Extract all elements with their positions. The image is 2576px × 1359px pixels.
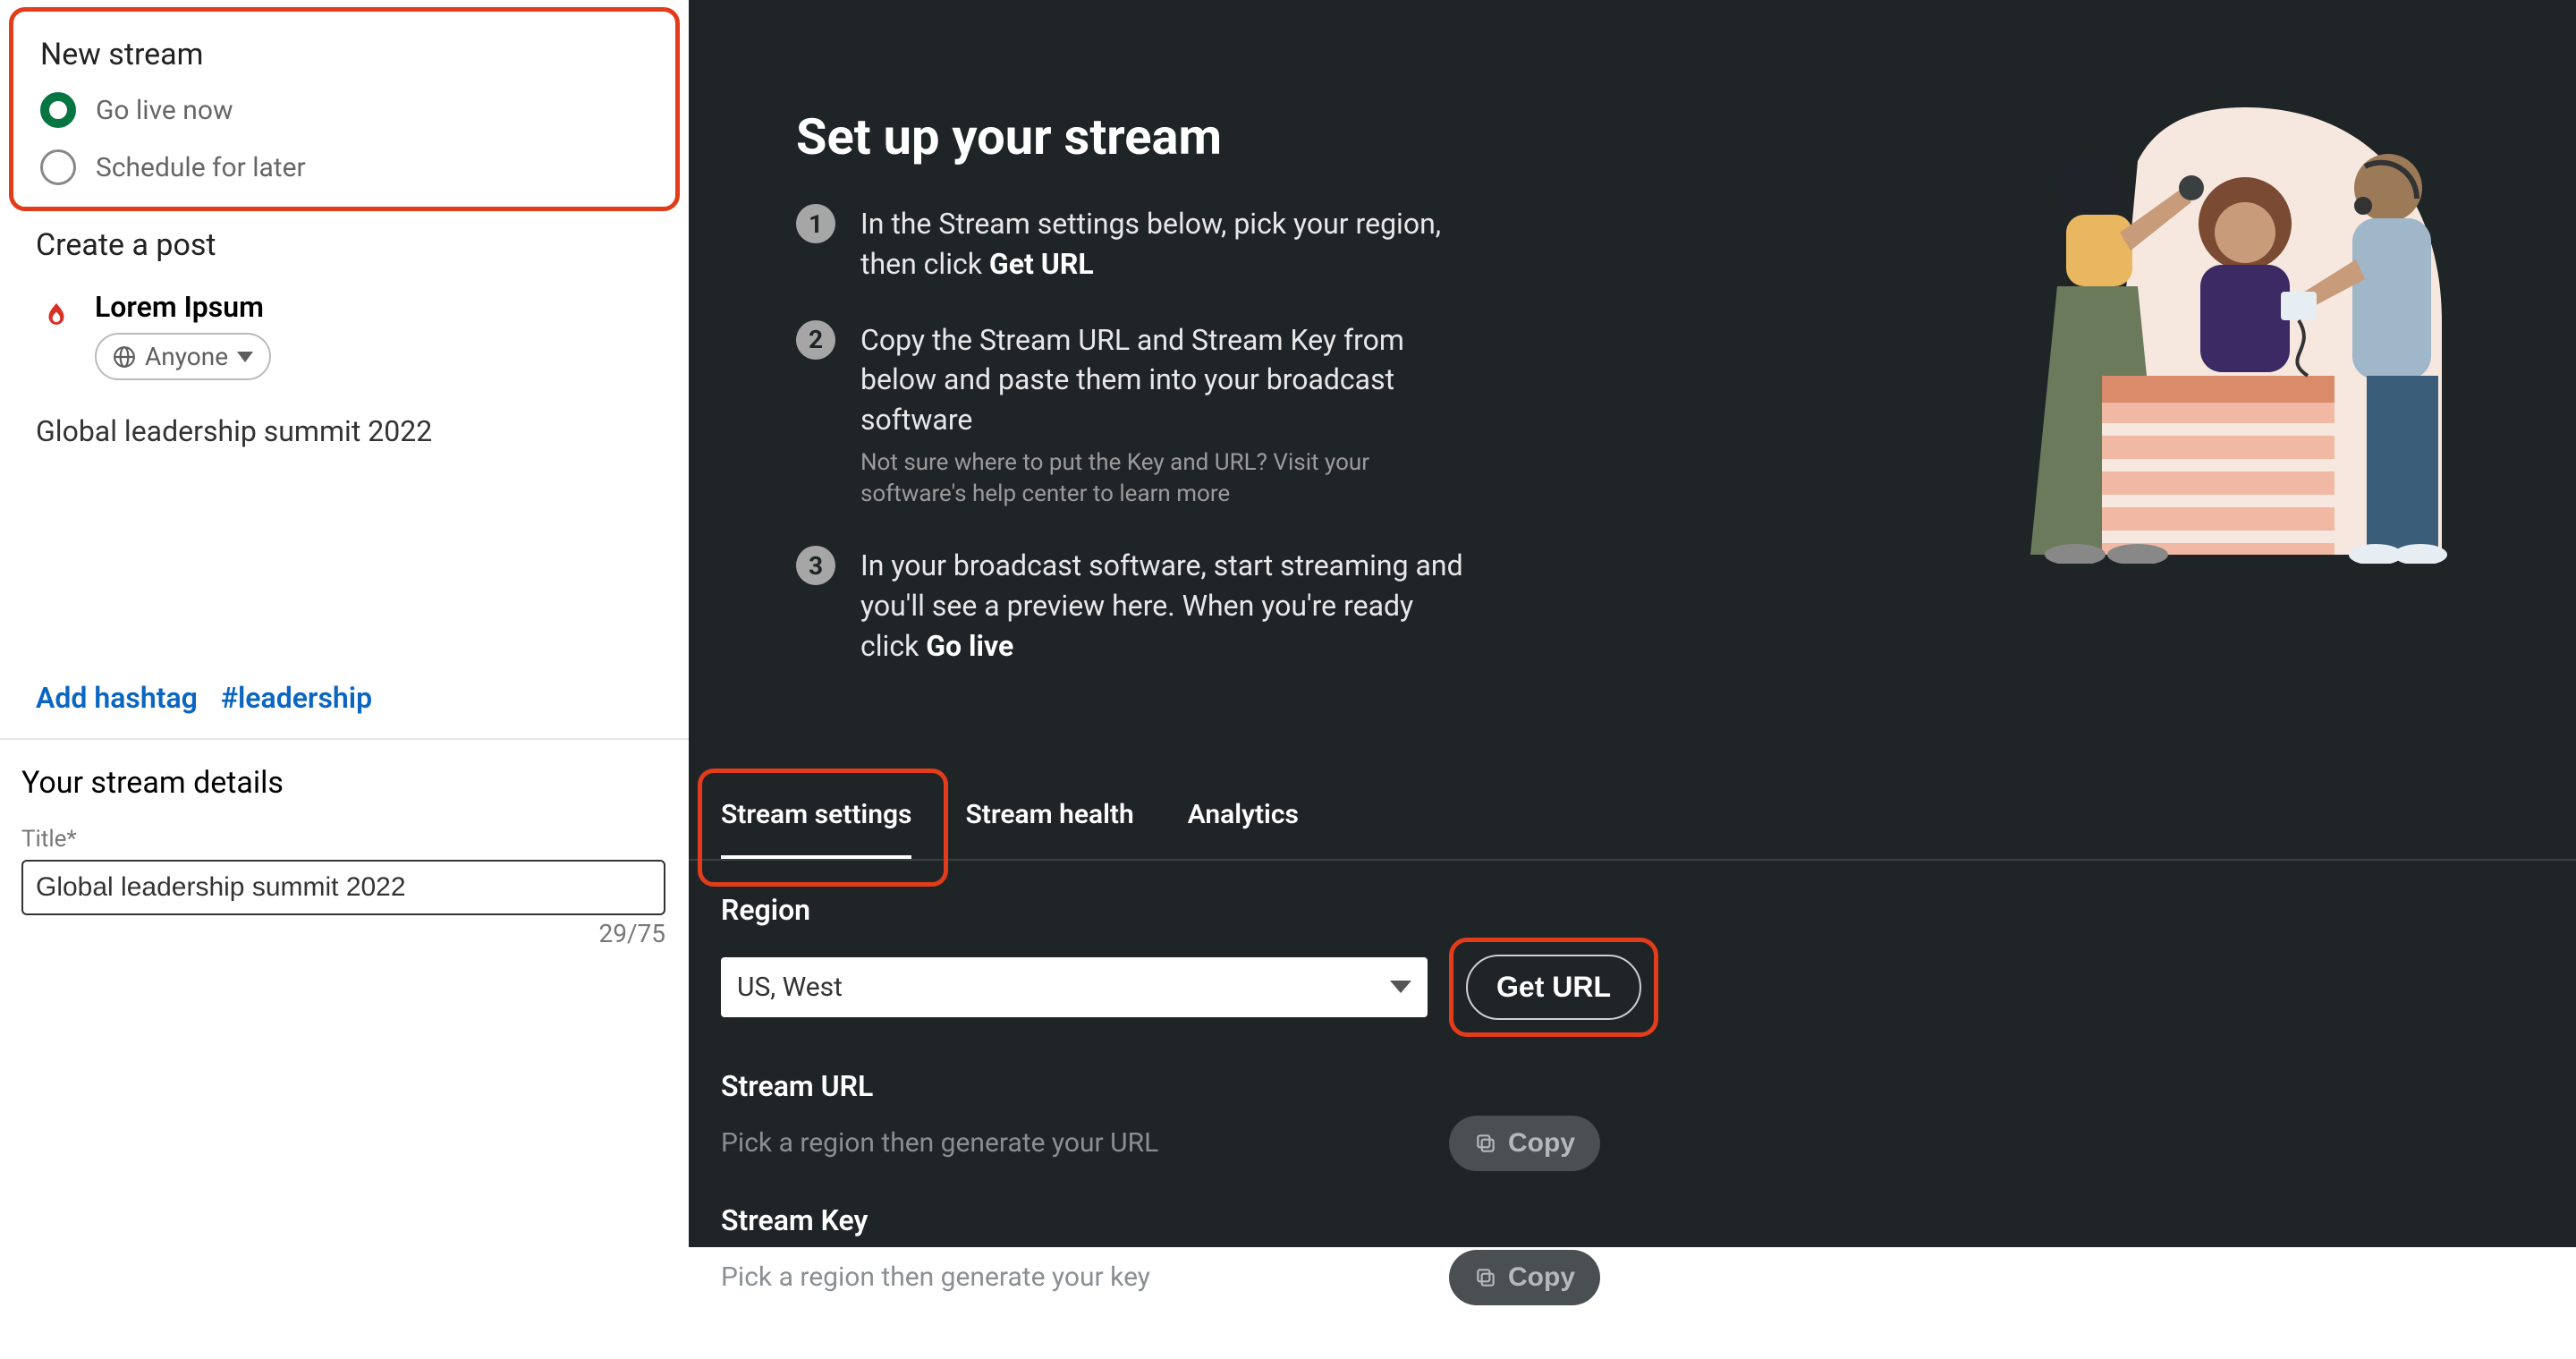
suggested-hashtag[interactable]: #leadership: [221, 681, 372, 715]
add-hashtag-button[interactable]: Add hashtag: [36, 681, 198, 715]
tab-analytics[interactable]: Analytics: [1188, 774, 1299, 859]
stream-settings-panel: Region US, West Get URL Stream URL Pick …: [689, 861, 2576, 1359]
sidebar: New stream Go live now Schedule for late…: [0, 0, 689, 1247]
hero: Set up your stream 1 In the Stream setti…: [689, 0, 2576, 774]
stream-details-section: Your stream details Title* 29/75: [0, 740, 689, 973]
copy-icon: [1474, 1266, 1497, 1289]
stream-url-block: Stream URL Pick a region then generate y…: [721, 1069, 2544, 1171]
step-number-badge: 3: [796, 546, 835, 585]
step-help-text: Not sure where to put the Key and URL? V…: [860, 447, 1469, 510]
stream-key-block: Stream Key Pick a region then generate y…: [721, 1203, 2544, 1305]
new-stream-panel: New stream Go live now Schedule for late…: [9, 7, 680, 211]
setup-step-1: 1 In the Stream settings below, pick you…: [796, 204, 1968, 285]
setup-step-3: 3 In your broadcast software, start stre…: [796, 546, 1968, 666]
step-text-bold: Get URL: [989, 247, 1094, 281]
highlight-box: Get URL: [1449, 938, 1658, 1037]
region-select[interactable]: US, West: [721, 957, 1428, 1017]
new-stream-title: New stream: [40, 37, 648, 72]
step-number-badge: 1: [796, 204, 835, 243]
audience-selector[interactable]: Anyone: [95, 333, 271, 380]
copy-icon: [1474, 1132, 1497, 1155]
copy-url-button[interactable]: Copy: [1449, 1116, 1600, 1171]
copy-label: Copy: [1508, 1262, 1575, 1293]
tab-stream-settings[interactable]: Stream settings: [721, 774, 911, 859]
title-field-label: Title*: [21, 826, 667, 853]
stream-key-placeholder: Pick a region then generate your key: [721, 1261, 1428, 1293]
title-char-count: 29/75: [21, 919, 665, 948]
step-text: In the Stream settings below, pick your …: [860, 204, 1469, 285]
title-input[interactable]: [21, 860, 665, 915]
copy-key-button[interactable]: Copy: [1449, 1250, 1600, 1305]
region-value: US, West: [737, 972, 843, 1003]
avatar: [36, 295, 77, 336]
audience-label: Anyone: [145, 342, 228, 371]
hero-title: Set up your stream: [796, 107, 1968, 166]
globe-icon: [113, 345, 136, 369]
step-text-a: Copy the Stream URL and Stream Key from …: [860, 323, 1404, 437]
radio-go-live-now[interactable]: Go live now: [40, 92, 648, 128]
chevron-down-icon: [1390, 981, 1411, 993]
setup-step-2: 2 Copy the Stream URL and Stream Key fro…: [796, 320, 1968, 511]
poster-name: Lorem Ipsum: [95, 290, 271, 324]
hashtag-row: Add hashtag #leadership: [0, 681, 689, 738]
stream-details-title: Your stream details: [21, 765, 667, 801]
region-label: Region: [721, 893, 2544, 927]
stream-url-placeholder: Pick a region then generate your URL: [721, 1127, 1428, 1159]
step-text: Copy the Stream URL and Stream Key from …: [860, 320, 1469, 511]
radio-unselected-icon: [40, 149, 76, 185]
get-url-button[interactable]: Get URL: [1466, 955, 1641, 1020]
create-post-section: Create a post Lorem Ipsum Anyone Global …: [0, 227, 689, 681]
tab-stream-health[interactable]: Stream health: [965, 774, 1133, 859]
radio-selected-icon: [40, 92, 76, 128]
main-panel: Set up your stream 1 In the Stream setti…: [689, 0, 2576, 1247]
tabs: Stream settings Stream health Analytics: [689, 774, 2576, 861]
region-row: US, West Get URL: [721, 938, 2544, 1037]
stream-url-label: Stream URL: [721, 1069, 2544, 1103]
radio-label: Schedule for later: [96, 152, 306, 183]
poster-info: Lorem Ipsum Anyone: [95, 290, 271, 380]
post-text[interactable]: Global leadership summit 2022: [36, 414, 653, 448]
create-post-title: Create a post: [36, 227, 653, 263]
hero-left: Set up your stream 1 In the Stream setti…: [796, 107, 1968, 702]
hero-illustration: [2004, 107, 2469, 702]
tabs-wrap: Stream settings Stream health Analytics: [689, 774, 2576, 861]
chevron-down-icon: [237, 352, 253, 362]
copy-label: Copy: [1508, 1128, 1575, 1159]
radio-schedule-later[interactable]: Schedule for later: [40, 149, 648, 185]
step-text-bold: Go live: [926, 629, 1013, 663]
flame-icon: [41, 301, 72, 331]
studio-illustration-icon: [2012, 107, 2460, 564]
radio-label: Go live now: [96, 95, 233, 126]
poster-row: Lorem Ipsum Anyone: [36, 290, 653, 380]
stream-key-label: Stream Key: [721, 1203, 2544, 1237]
step-number-badge: 2: [796, 320, 835, 360]
step-text-a: In the Stream settings below, pick your …: [860, 207, 1441, 281]
step-text: In your broadcast software, start stream…: [860, 546, 1469, 666]
